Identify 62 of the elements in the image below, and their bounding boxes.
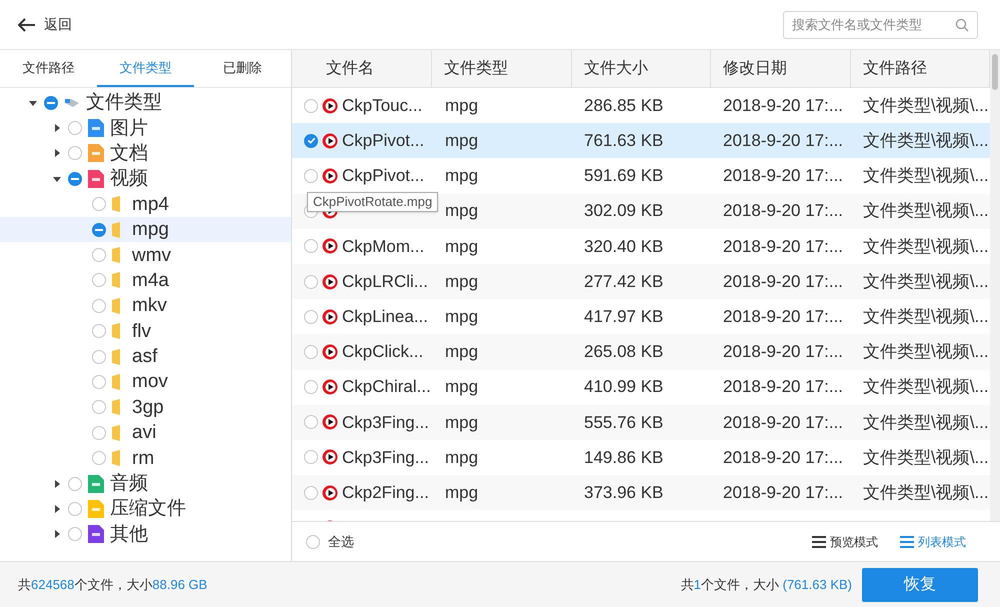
table-cell-text: 302.09 KB xyxy=(583,200,664,222)
table-cell-text: 277.42 KB xyxy=(583,270,664,293)
table-cell-text: 2018-9-20 17:... xyxy=(722,376,844,398)
table-cell-text: 文件类型\视频\... xyxy=(862,446,989,469)
table-cell-text: 286.85 KB xyxy=(583,94,664,117)
table-cell-text: 2018-9-20 17:... xyxy=(722,306,844,328)
table-cell-text: 2018-9-20 17:... xyxy=(722,200,844,222)
table-cell-text: mpg xyxy=(444,376,480,398)
file-name: CkpMom... xyxy=(342,236,424,258)
table-cell-text: 149.86 KB xyxy=(583,446,664,469)
table-cell-text: 文件类型\视频\... xyxy=(862,270,989,293)
table-cell-text: mpg xyxy=(444,94,480,117)
table-cell-text: 文件类型\视频\... xyxy=(862,376,989,398)
table-cell-text: mpg xyxy=(444,341,480,364)
file-name: Ckp3Fing... xyxy=(342,446,429,469)
file-name: CkpPivot... xyxy=(342,130,424,152)
file-name: CkpLRCli... xyxy=(342,270,428,293)
table-cell-text: 2018-9-20 17:... xyxy=(722,446,844,469)
table-cell-text: mpg xyxy=(444,270,480,293)
table-cell-text: 320.40 KB xyxy=(583,236,664,258)
table-cell-text: 555.76 KB xyxy=(583,412,664,434)
table-cell-text: 265.08 KB xyxy=(583,341,664,364)
table-cell-text: 文件类型\视频\... xyxy=(862,306,989,328)
file-name: CkpLinea... xyxy=(342,306,428,328)
file-name: Ckp2Fing... xyxy=(342,482,429,504)
table-cell-text: 2018-9-20 17:... xyxy=(722,341,844,364)
table-cell-text: 2018-9-20 17:... xyxy=(722,236,844,258)
table-cell-text: 文件类型\视频\... xyxy=(862,482,989,504)
table-cell-text: mpg xyxy=(444,165,480,188)
table-cell-text: mpg xyxy=(444,482,480,504)
table-cell-text: 761.63 KB xyxy=(583,130,664,152)
selection-summary: 共1个文件，大小 (761.63 KB) xyxy=(680,576,852,594)
table-cell-text: 文件类型\视频\... xyxy=(862,412,989,434)
tooltip: CkpPivotRotate.mpg xyxy=(307,192,438,212)
table-cell-text: 文件类型\视频\... xyxy=(862,341,989,364)
table-cell-text: 文件类型\视频\... xyxy=(862,94,989,117)
table-cell-text: 2018-9-20 17:... xyxy=(722,482,844,504)
table-cell-text: 文件类型\视频\... xyxy=(862,130,989,152)
table-cell-text: mpg xyxy=(444,130,480,152)
table-cell-text: 2018-9-20 17:... xyxy=(722,412,844,434)
table-cell-text: 2018-9-20 17:... xyxy=(722,94,844,117)
table-cell-text: mpg xyxy=(444,446,480,469)
file-name: CkpPivot... xyxy=(342,165,424,188)
table-cell-text: 373.96 KB xyxy=(583,482,664,504)
file-name: CkpChiral... xyxy=(342,376,431,398)
table-cell-text: mpg xyxy=(444,236,480,258)
table-cell-text: 文件类型\视频\... xyxy=(862,200,989,222)
table-cell-text: mpg xyxy=(444,412,480,434)
table-cell-text: mpg xyxy=(444,306,480,328)
file-name: CkpClick... xyxy=(342,341,424,364)
file-name: Ckp3Fing... xyxy=(342,412,429,434)
table-cell-text: 2018-9-20 17:... xyxy=(722,270,844,293)
total-summary: 共624568个文件，大小88.96 GB xyxy=(18,576,208,594)
file-name: CkpTouc... xyxy=(342,94,422,117)
table-cell-text: 410.99 KB xyxy=(583,376,664,398)
table-cell-text: 文件类型\视频\... xyxy=(862,165,989,188)
table-cell-text: 417.97 KB xyxy=(583,306,664,328)
table-cell-text: mpg xyxy=(444,200,480,222)
table-cell-text: 2018-9-20 17:... xyxy=(722,165,844,188)
table-cell-text: 文件类型\视频\... xyxy=(862,236,989,258)
table-cell-text: 591.69 KB xyxy=(583,165,664,188)
table-cell-text: 2018-9-20 17:... xyxy=(722,130,844,152)
